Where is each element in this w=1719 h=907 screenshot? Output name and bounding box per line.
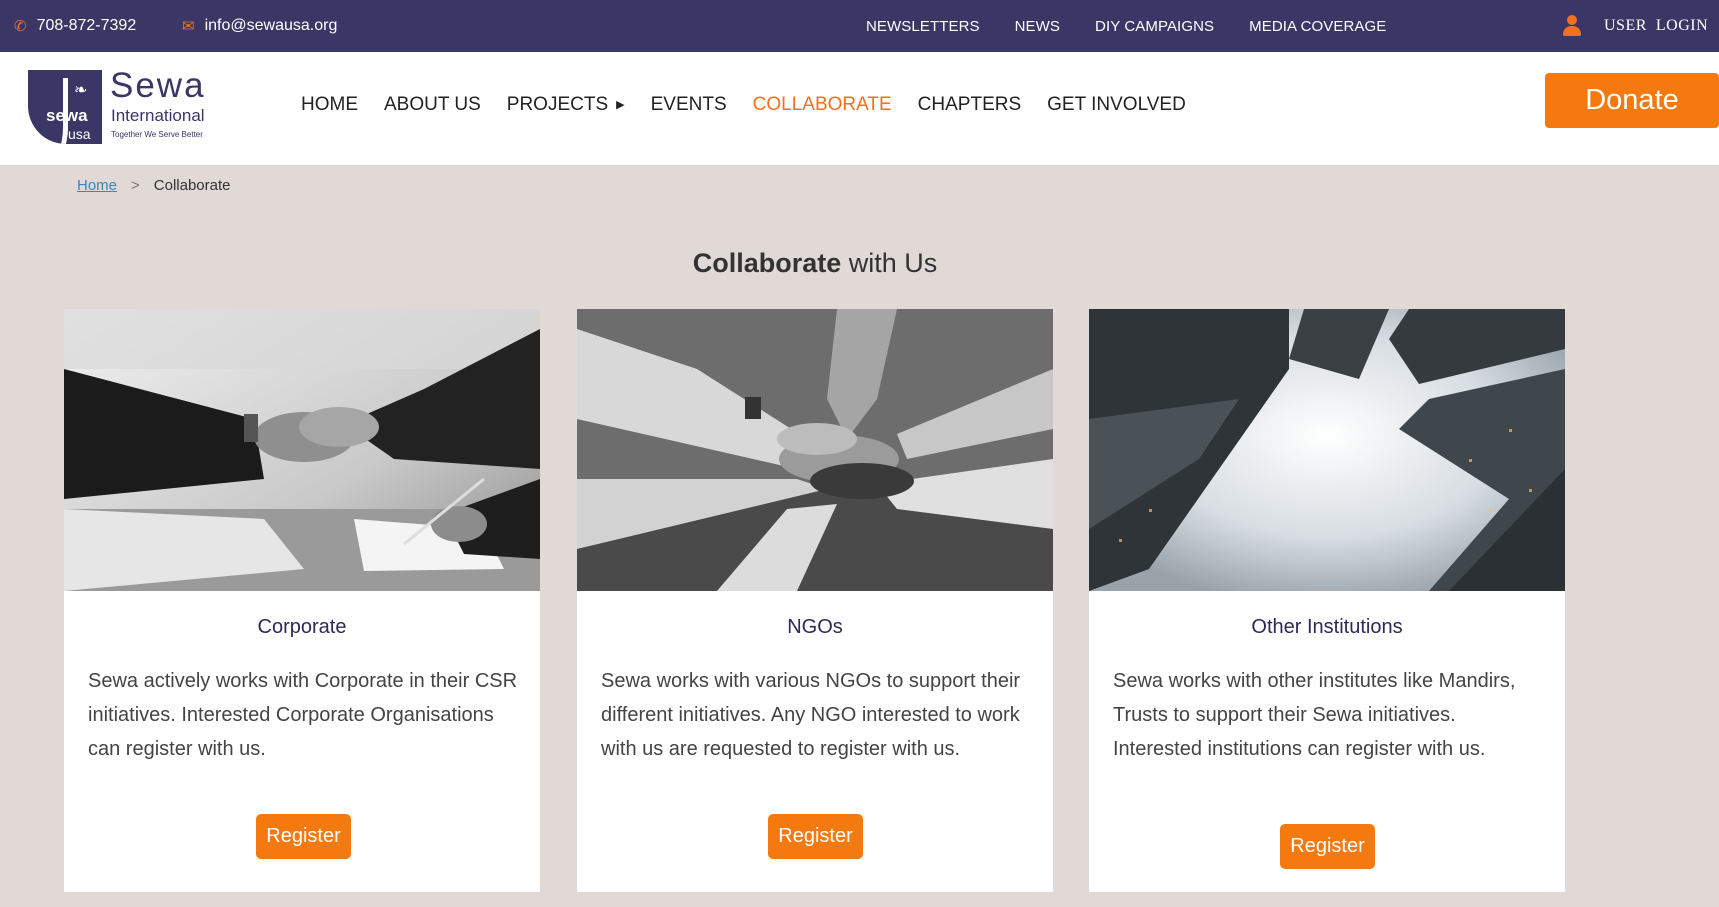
top-links: NEWSLETTERS NEWS DIY CAMPAIGNS MEDIA COV… bbox=[866, 0, 1421, 52]
card-title: Other Institutions bbox=[1251, 616, 1403, 638]
top-bar: ✆ 708-872-7392 ✉ info@sewausa.org NEWSLE… bbox=[0, 0, 1719, 52]
page-title: Collaborate with Us bbox=[0, 248, 1630, 279]
skyscrapers-photo bbox=[1089, 309, 1565, 591]
phone-contact[interactable]: ✆ 708-872-7392 bbox=[14, 0, 136, 52]
logo-mark-usa: usa bbox=[68, 126, 91, 142]
user-login-area[interactable]: USER LOGIN bbox=[1562, 0, 1708, 52]
collaborate-card-corporate: Corporate Sewa actively works with Corpo… bbox=[64, 309, 540, 892]
phone-number[interactable]: 708-872-7392 bbox=[37, 17, 137, 35]
page-title-bold: Collaborate bbox=[692, 248, 842, 278]
breadcrumb-current: Collaborate bbox=[153, 177, 231, 194]
nav-about-us[interactable]: ABOUT US bbox=[384, 94, 481, 116]
nav-get-involved[interactable]: GET INVOLVED bbox=[1047, 94, 1186, 116]
hands-together-photo bbox=[577, 309, 1053, 591]
nav-chapters[interactable]: CHAPTERS bbox=[918, 94, 1021, 116]
nav-collaborate[interactable]: COLLABORATE bbox=[753, 94, 892, 116]
user-icon[interactable] bbox=[1562, 15, 1582, 37]
site-header: ❧ sewa usa Sewa International Together W… bbox=[0, 52, 1719, 165]
handshake-photo bbox=[64, 309, 540, 591]
card-title: NGOs bbox=[787, 616, 843, 638]
dove-icon: ❧ bbox=[74, 82, 88, 99]
news-link[interactable]: NEWS bbox=[1015, 18, 1060, 35]
breadcrumb: Home > Collaborate bbox=[77, 177, 231, 194]
logo-mark-sewa: sewa bbox=[46, 106, 88, 125]
envelope-icon: ✉ bbox=[182, 18, 195, 35]
donate-button[interactable]: Donate bbox=[1545, 73, 1719, 128]
logo-tagline: Together We Serve Better bbox=[111, 130, 203, 139]
nav-events[interactable]: EVENTS bbox=[651, 94, 727, 116]
register-button-ngos[interactable]: Register bbox=[768, 814, 863, 859]
caret-right-icon: ▶ bbox=[616, 99, 625, 111]
card-description: Sewa works with various NGOs to support … bbox=[601, 670, 1021, 760]
breadcrumb-separator: > bbox=[131, 177, 140, 194]
nav-home[interactable]: HOME bbox=[301, 94, 358, 116]
breadcrumb-home[interactable]: Home bbox=[77, 177, 117, 194]
logo-name: Sewa bbox=[110, 66, 206, 105]
email-contact[interactable]: ✉ info@sewausa.org bbox=[182, 0, 337, 52]
card-title: Corporate bbox=[257, 616, 347, 638]
register-button-corporate[interactable]: Register bbox=[256, 814, 351, 859]
user-login-link[interactable]: USER LOGIN bbox=[1604, 17, 1708, 35]
register-button-other-institutions[interactable]: Register bbox=[1280, 824, 1375, 869]
sewa-logo[interactable]: ❧ sewa usa Sewa International Together W… bbox=[28, 66, 218, 150]
main-nav: HOME ABOUT US PROJECTS ▶ EVENTS COLLABORA… bbox=[301, 52, 1212, 157]
phone-icon: ✆ bbox=[14, 18, 27, 35]
collaborate-card-other-institutions: Other Institutions Sewa works with other… bbox=[1089, 309, 1565, 892]
email-address[interactable]: info@sewausa.org bbox=[205, 17, 338, 35]
nav-projects[interactable]: PROJECTS ▶ bbox=[507, 94, 625, 116]
logo-subname: International bbox=[111, 106, 205, 125]
page-title-rest: with Us bbox=[841, 248, 938, 278]
logo-mark: ❧ sewa usa bbox=[28, 70, 102, 144]
media-coverage-link[interactable]: MEDIA COVERAGE bbox=[1249, 18, 1386, 35]
nav-projects-label: PROJECTS bbox=[506, 93, 609, 115]
card-description: Sewa actively works with Corporate in th… bbox=[88, 670, 518, 760]
diy-campaigns-link[interactable]: DIY CAMPAIGNS bbox=[1095, 18, 1214, 35]
collaborate-card-ngos: NGOs Sewa works with various NGOs to sup… bbox=[577, 309, 1053, 892]
card-description: Sewa works with other institutes like Ma… bbox=[1113, 670, 1516, 760]
newsletters-link[interactable]: NEWSLETTERS bbox=[866, 18, 980, 35]
